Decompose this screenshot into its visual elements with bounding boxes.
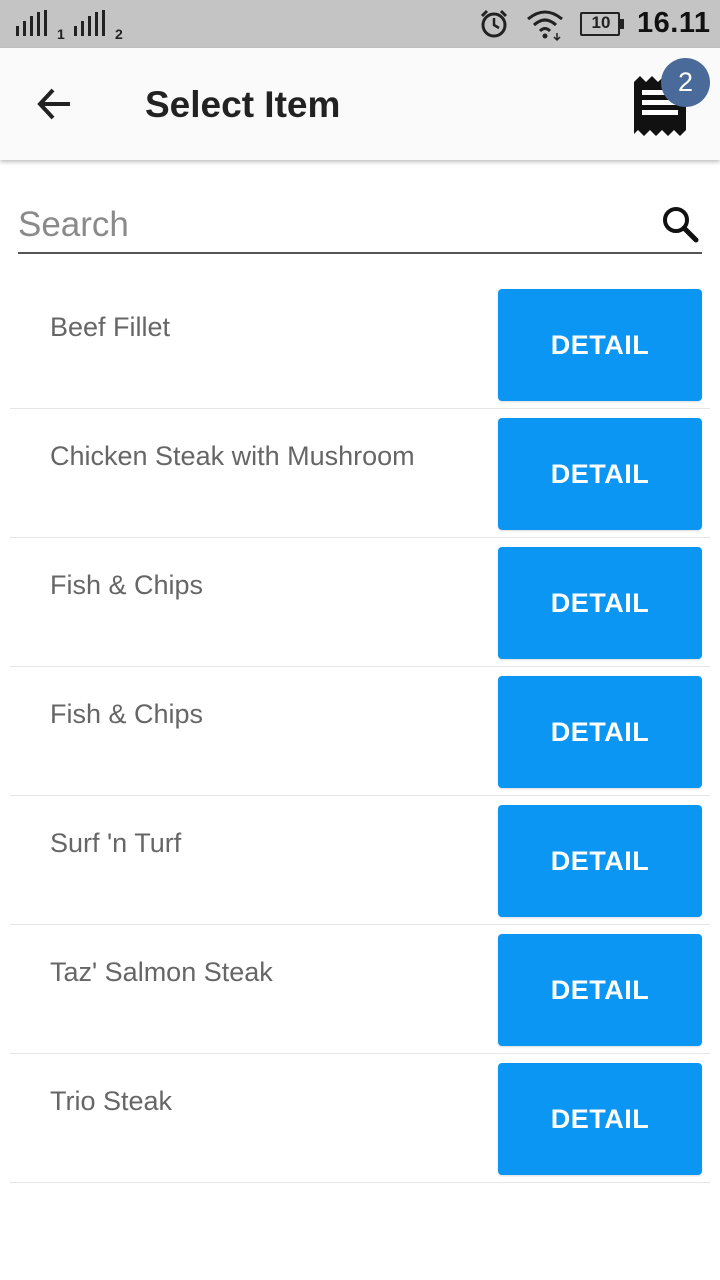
search-input[interactable] [18,202,638,248]
detail-button[interactable]: DETAIL [498,289,702,401]
cart-count-badge[interactable]: 2 [661,58,710,107]
detail-button[interactable]: DETAIL [498,934,702,1046]
signal-sim1-icon [16,10,47,36]
item-list: Beef Fillet DETAIL Chicken Steak with Mu… [10,280,710,1183]
list-item: Taz' Salmon Steak DETAIL [10,925,710,1054]
item-name: Fish & Chips [50,699,204,729]
sim2-label: 2 [115,26,123,42]
search-bar [18,196,702,254]
signal-sim2-icon [74,10,105,36]
detail-button[interactable]: DETAIL [498,805,702,917]
page-title: Select Item [145,84,341,125]
sim1-label: 1 [57,26,65,42]
list-item: Chicken Steak with Mushroom DETAIL [10,409,710,538]
detail-button[interactable]: DETAIL [498,676,702,788]
list-item: Fish & Chips DETAIL [10,667,710,796]
item-name: Chicken Steak with Mushroom [50,441,415,471]
status-bar: 1 2 10 16.11 [0,0,720,48]
detail-button[interactable]: DETAIL [498,547,702,659]
detail-button[interactable]: DETAIL [498,1063,702,1175]
search-icon[interactable] [660,204,700,244]
detail-button[interactable]: DETAIL [498,418,702,530]
battery-icon: 10 [580,12,624,36]
list-item: Surf 'n Turf DETAIL [10,796,710,925]
status-time: 16.11 [637,7,711,39]
item-name: Surf 'n Turf [50,828,182,858]
list-item: Trio Steak DETAIL [10,1054,710,1183]
app-bar: Select Item 2 [0,48,720,160]
item-name: Taz' Salmon Steak [50,957,273,987]
battery-level: 10 [591,13,611,32]
item-name: Beef Fillet [50,312,171,342]
item-name: Trio Steak [50,1086,173,1116]
item-name: Fish & Chips [50,570,204,600]
list-item: Beef Fillet DETAIL [10,280,710,409]
list-item: Fish & Chips DETAIL [10,538,710,667]
arrow-left-icon[interactable] [32,84,80,124]
